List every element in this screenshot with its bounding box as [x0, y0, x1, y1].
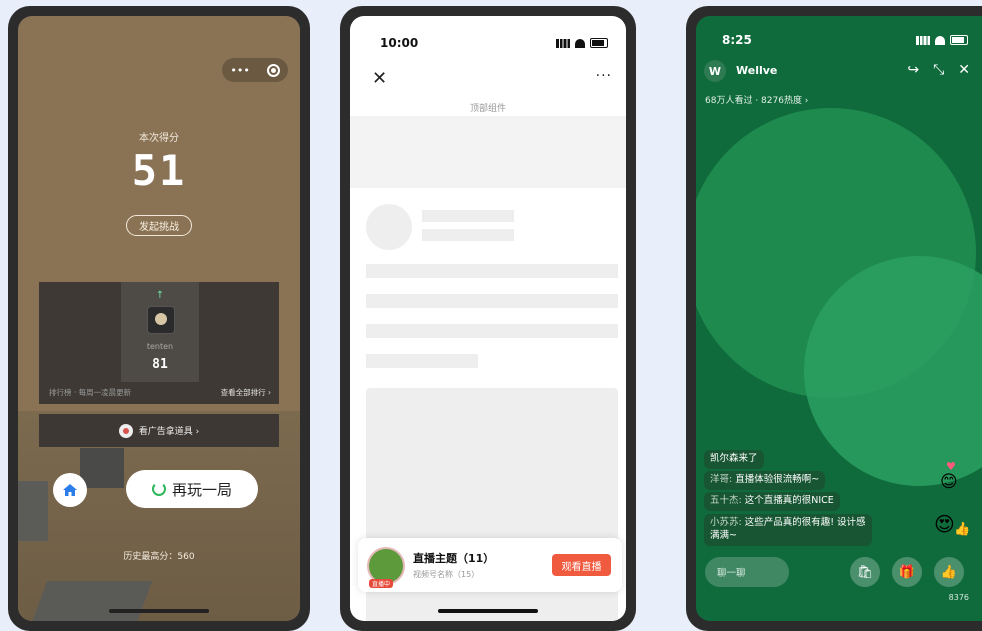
- rank-user-score: 81: [152, 357, 168, 372]
- watch-ad-label: 看广告拿道具 ›: [138, 427, 200, 437]
- like-count: 8376: [948, 593, 969, 602]
- chat-text: 满满~: [710, 529, 737, 541]
- view-all-ranking-link[interactable]: 查看全部排行 ›: [221, 387, 271, 398]
- close-icon[interactable]: ✕: [958, 62, 970, 78]
- status-time: 8:25: [722, 33, 752, 47]
- score-value: 51: [131, 146, 187, 195]
- leaderboard-note: 排行榜 · 每周一凌晨更新: [49, 388, 132, 397]
- game-block: [28, 581, 153, 621]
- leaderboard-card: ↑ tenten 81 排行榜 · 每周一凌晨更新 查看全部排行 ›: [39, 282, 279, 404]
- battery-icon: [950, 35, 968, 45]
- skeleton-line: [422, 210, 514, 222]
- live-top-actions: ↪ ⤡ ✕: [907, 62, 970, 78]
- ad-reward-icon: [118, 423, 133, 438]
- skeleton-line: [366, 324, 618, 338]
- wifi-icon: [575, 38, 585, 48]
- chat-message: 五十杰: 这个直播真的很NICE: [704, 492, 840, 511]
- skeleton-line: [366, 354, 478, 368]
- rank-user-name: tenten: [146, 342, 174, 351]
- close-icon[interactable]: ✕: [372, 68, 387, 89]
- chat-user: 洋哥:: [710, 474, 733, 485]
- home-icon: [63, 484, 77, 496]
- home-indicator: [109, 609, 209, 613]
- gift-icon: 🎁: [898, 564, 916, 580]
- avatar: [147, 306, 175, 334]
- smile-emoji-icon: 😊: [940, 472, 958, 492]
- live-title: 直播主题（11）: [413, 552, 495, 565]
- best-score: 历史最高分：560: [123, 552, 195, 562]
- watch-ad-button[interactable]: 看广告拿道具 ›: [39, 414, 279, 447]
- chat-user: 小苏苏:: [710, 517, 742, 528]
- play-again-button[interactable]: 再玩一局: [126, 470, 258, 508]
- chat-message: 凯尔森来了: [704, 450, 764, 469]
- live-stream-card[interactable]: 直播中 直播主题（11） 视频号名称（15） 观看直播: [358, 538, 622, 592]
- status-icons: [556, 38, 608, 48]
- miniprogram-capsule[interactable]: •••: [222, 58, 288, 82]
- home-indicator: [438, 609, 538, 613]
- channel-name: 视频号名称（15）: [413, 570, 480, 579]
- skeleton-line: [422, 229, 514, 241]
- replay-icon: [151, 482, 166, 496]
- chat-text: 这个直播真的很NICE: [741, 495, 834, 506]
- thumbs-up-emoji-icon: 👍: [954, 522, 971, 537]
- top-component-area: [350, 116, 626, 188]
- status-icons: [916, 35, 968, 45]
- channel-name[interactable]: Wellve: [736, 64, 777, 77]
- home-button[interactable]: [53, 473, 87, 507]
- skeleton-line: [366, 264, 618, 278]
- viewer-stats[interactable]: 68万人看过 · 8276热度 ›: [705, 93, 808, 106]
- signal-icon: [556, 38, 570, 48]
- skeleton-line: [366, 294, 618, 308]
- game-block: [18, 481, 48, 541]
- play-again-label: 再玩一局: [171, 480, 232, 499]
- phone-live-card: 10:00 ✕ ··· 顶部组件 直播中 直播主题（11） 视频号名称（15） …: [340, 6, 636, 631]
- game-screen: ••• 本次得分 51 发起挑战 ↑ tenten 81 排行榜 · 每周一凌晨…: [18, 16, 300, 621]
- live-badge: 直播中: [369, 579, 394, 588]
- more-icon[interactable]: ···: [596, 68, 612, 84]
- skeleton-avatar: [366, 204, 412, 250]
- shopping-bag-icon: 🛍: [856, 564, 874, 580]
- chat-text: 直播体验很流畅啊~: [732, 474, 820, 485]
- score-label: 本次得分: [139, 133, 179, 144]
- chat-message: 小苏苏: 这些产品真的很有趣! 设计感 满满~: [704, 514, 872, 546]
- gift-button[interactable]: 🎁: [892, 557, 922, 587]
- love-emoji-icon: 😍: [934, 512, 955, 536]
- shop-button[interactable]: 🛍: [850, 557, 880, 587]
- top-component-label: 顶部组件: [470, 104, 507, 114]
- channel-logo[interactable]: W: [704, 60, 726, 82]
- wifi-icon: [935, 35, 945, 45]
- battery-icon: [590, 38, 608, 48]
- challenge-button[interactable]: 发起挑战: [126, 215, 192, 236]
- phone-live-room: 8:25 W Wellve ↪ ⤡ ✕ 68万人看过 · 8276热度 › 凯尔…: [686, 6, 982, 631]
- leaderboard-entry: ↑ tenten 81: [121, 282, 199, 382]
- chat-message: 洋哥: 直播体验很流畅啊~: [704, 471, 826, 490]
- thumbs-up-icon: 👍: [940, 564, 958, 580]
- rank-up-icon: ↑: [155, 290, 165, 301]
- page-screen: 10:00 ✕ ··· 顶部组件 直播中 直播主题（11） 视频号名称（15） …: [350, 16, 626, 621]
- live-screen: 8:25 W Wellve ↪ ⤡ ✕ 68万人看过 · 8276热度 › 凯尔…: [696, 16, 982, 621]
- chat-text: 凯尔森来了: [710, 453, 758, 464]
- target-icon[interactable]: [266, 63, 280, 77]
- game-block: [80, 448, 124, 488]
- like-button[interactable]: 👍: [934, 557, 964, 587]
- more-icon[interactable]: •••: [230, 64, 249, 77]
- chat-text: 这些产品真的很有趣! 设计感: [741, 517, 866, 528]
- chat-user: 五十杰:: [710, 495, 742, 506]
- phone-game-result: ••• 本次得分 51 发起挑战 ↑ tenten 81 排行榜 · 每周一凌晨…: [8, 6, 310, 631]
- signal-icon: [916, 35, 930, 45]
- watch-live-button[interactable]: 观看直播: [552, 554, 611, 576]
- status-time: 10:00: [380, 36, 419, 50]
- chat-input[interactable]: 聊一聊: [705, 557, 789, 587]
- minimize-icon[interactable]: ⤡: [933, 62, 944, 78]
- share-icon[interactable]: ↪: [907, 62, 919, 78]
